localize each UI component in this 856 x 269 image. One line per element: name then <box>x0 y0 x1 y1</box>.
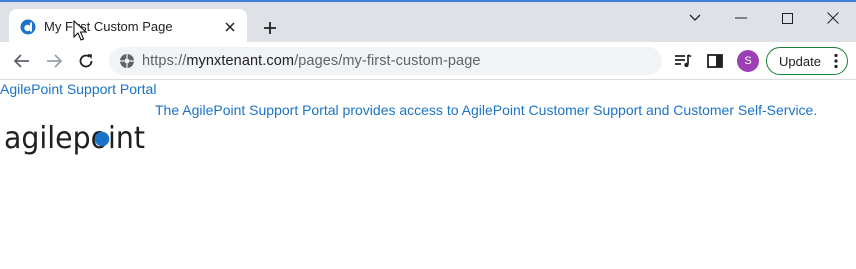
support-portal-link[interactable]: AgilePoint Support Portal <box>0 81 156 97</box>
address-bar[interactable]: https://mynxtenant.com/pages/my-first-cu… <box>109 47 662 75</box>
mouse-cursor-icon <box>73 20 87 41</box>
url-host: mynxtenant.com <box>186 53 295 69</box>
agilepoint-logo: agilepoint <box>4 121 145 156</box>
browser-toolbar: https://mynxtenant.com/pages/my-first-cu… <box>0 42 856 80</box>
url-path: /pages/my-first-custom-page <box>294 53 481 69</box>
update-button[interactable]: Update <box>766 47 848 75</box>
forward-arrow-icon[interactable] <box>43 50 65 72</box>
minimize-icon[interactable] <box>718 8 764 28</box>
active-tab[interactable]: My First Custom Page <box>9 9 247 44</box>
tab-strip: My First Custom Page <box>0 0 856 44</box>
profile-avatar[interactable]: S <box>737 50 759 72</box>
update-button-label: Update <box>779 54 821 69</box>
site-info-icon[interactable] <box>119 53 135 69</box>
tab-search-chevron-icon[interactable] <box>672 8 718 28</box>
maximize-icon[interactable] <box>764 8 810 28</box>
side-panel-icon[interactable] <box>705 51 725 71</box>
back-arrow-icon[interactable] <box>11 50 33 72</box>
close-tab-icon[interactable] <box>221 18 239 36</box>
more-menu-icon[interactable] <box>831 52 841 70</box>
portal-description[interactable]: The AgilePoint Support Portal provides a… <box>155 102 817 118</box>
reload-icon[interactable] <box>75 50 97 72</box>
page-content: AgilePoint Support Portal The AgilePoint… <box>0 80 856 269</box>
close-window-icon[interactable] <box>810 8 856 28</box>
media-queue-icon[interactable] <box>673 51 693 71</box>
svg-text:agilepoint: agilepoint <box>4 121 145 156</box>
tab-title: My First Custom Page <box>44 19 173 34</box>
url-text[interactable]: https://mynxtenant.com/pages/my-first-cu… <box>142 53 481 69</box>
new-tab-button[interactable] <box>259 17 281 39</box>
agilepoint-favicon-icon <box>20 19 36 35</box>
url-scheme: https:// <box>142 53 187 69</box>
